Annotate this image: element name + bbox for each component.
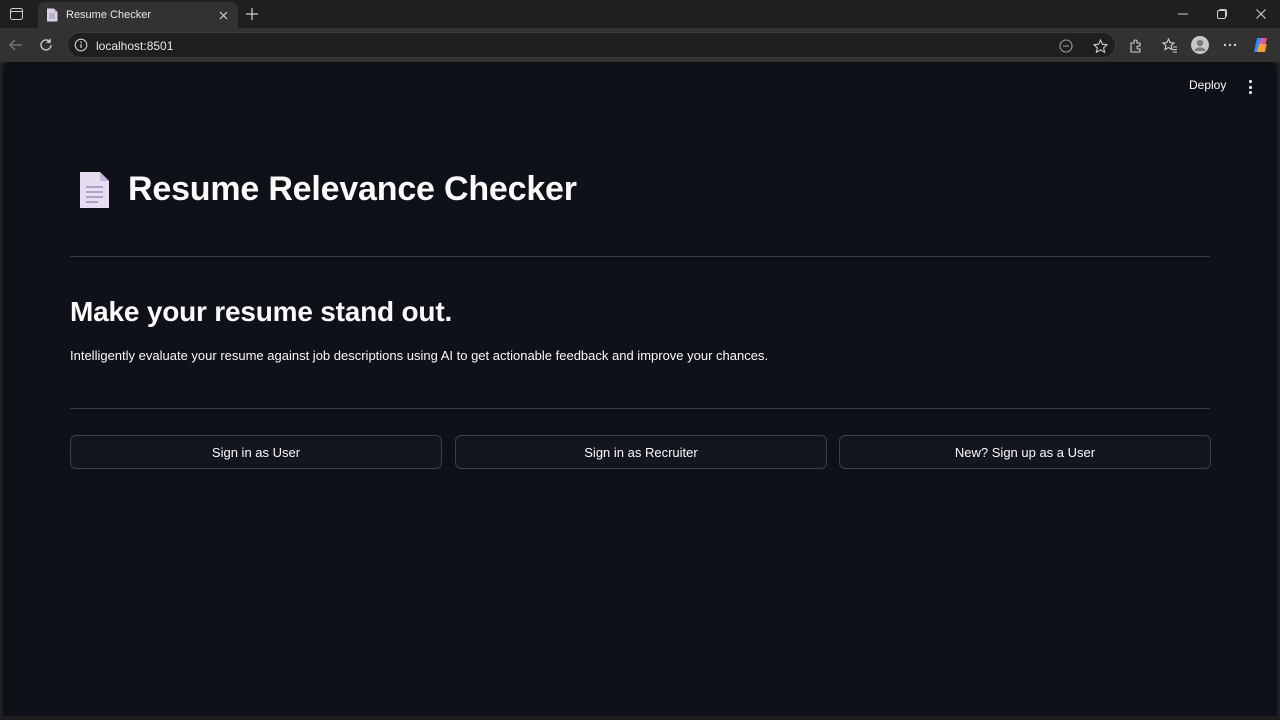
plus-icon[interactable] [242, 4, 262, 24]
browser-toolbar: localhost:8501 [0, 28, 1280, 62]
copilot-icon[interactable] [1252, 36, 1270, 54]
document-icon [78, 171, 110, 209]
avatar-icon[interactable] [1191, 36, 1209, 54]
tab-title: Resume Checker [66, 9, 151, 21]
reader-mode-icon[interactable] [1058, 38, 1074, 54]
info-icon[interactable] [74, 38, 88, 52]
main-menu-icon[interactable] [1243, 78, 1257, 96]
restore-icon[interactable] [1203, 0, 1241, 28]
hero-subtitle: Intelligently evaluate your resume again… [70, 348, 769, 363]
sign-in-recruiter-button[interactable]: Sign in as Recruiter [455, 435, 827, 469]
browser-tab[interactable]: Resume Checker [38, 2, 238, 28]
divider [70, 408, 1210, 409]
deploy-button[interactable]: Deploy [1189, 78, 1226, 92]
refresh-icon[interactable] [36, 35, 56, 55]
back-arrow-icon[interactable] [6, 35, 26, 55]
app-page: Deploy Resume Relevance Checker Make you… [3, 62, 1277, 716]
favorites-icon[interactable] [1161, 36, 1179, 54]
close-icon[interactable] [216, 8, 230, 22]
tab-strip: Resume Checker [0, 0, 1280, 28]
url-text: localhost:8501 [96, 39, 174, 53]
ellipsis-icon[interactable] [1221, 36, 1239, 54]
tab-actions-icon[interactable] [6, 5, 26, 23]
minimize-icon[interactable] [1164, 0, 1202, 28]
address-bar[interactable]: localhost:8501 [67, 32, 1116, 58]
sign-in-user-button[interactable]: Sign in as User [70, 435, 442, 469]
hero-headline: Make your resume stand out. [70, 296, 453, 327]
puzzle-icon[interactable] [1127, 36, 1145, 54]
app-title: Resume Relevance Checker [78, 170, 577, 209]
document-icon [46, 8, 58, 22]
window-close-icon[interactable] [1242, 0, 1280, 28]
divider [70, 256, 1210, 257]
sign-up-user-button[interactable]: New? Sign up as a User [839, 435, 1211, 469]
page-title: Resume Relevance Checker [128, 170, 577, 208]
star-icon[interactable] [1092, 38, 1108, 54]
